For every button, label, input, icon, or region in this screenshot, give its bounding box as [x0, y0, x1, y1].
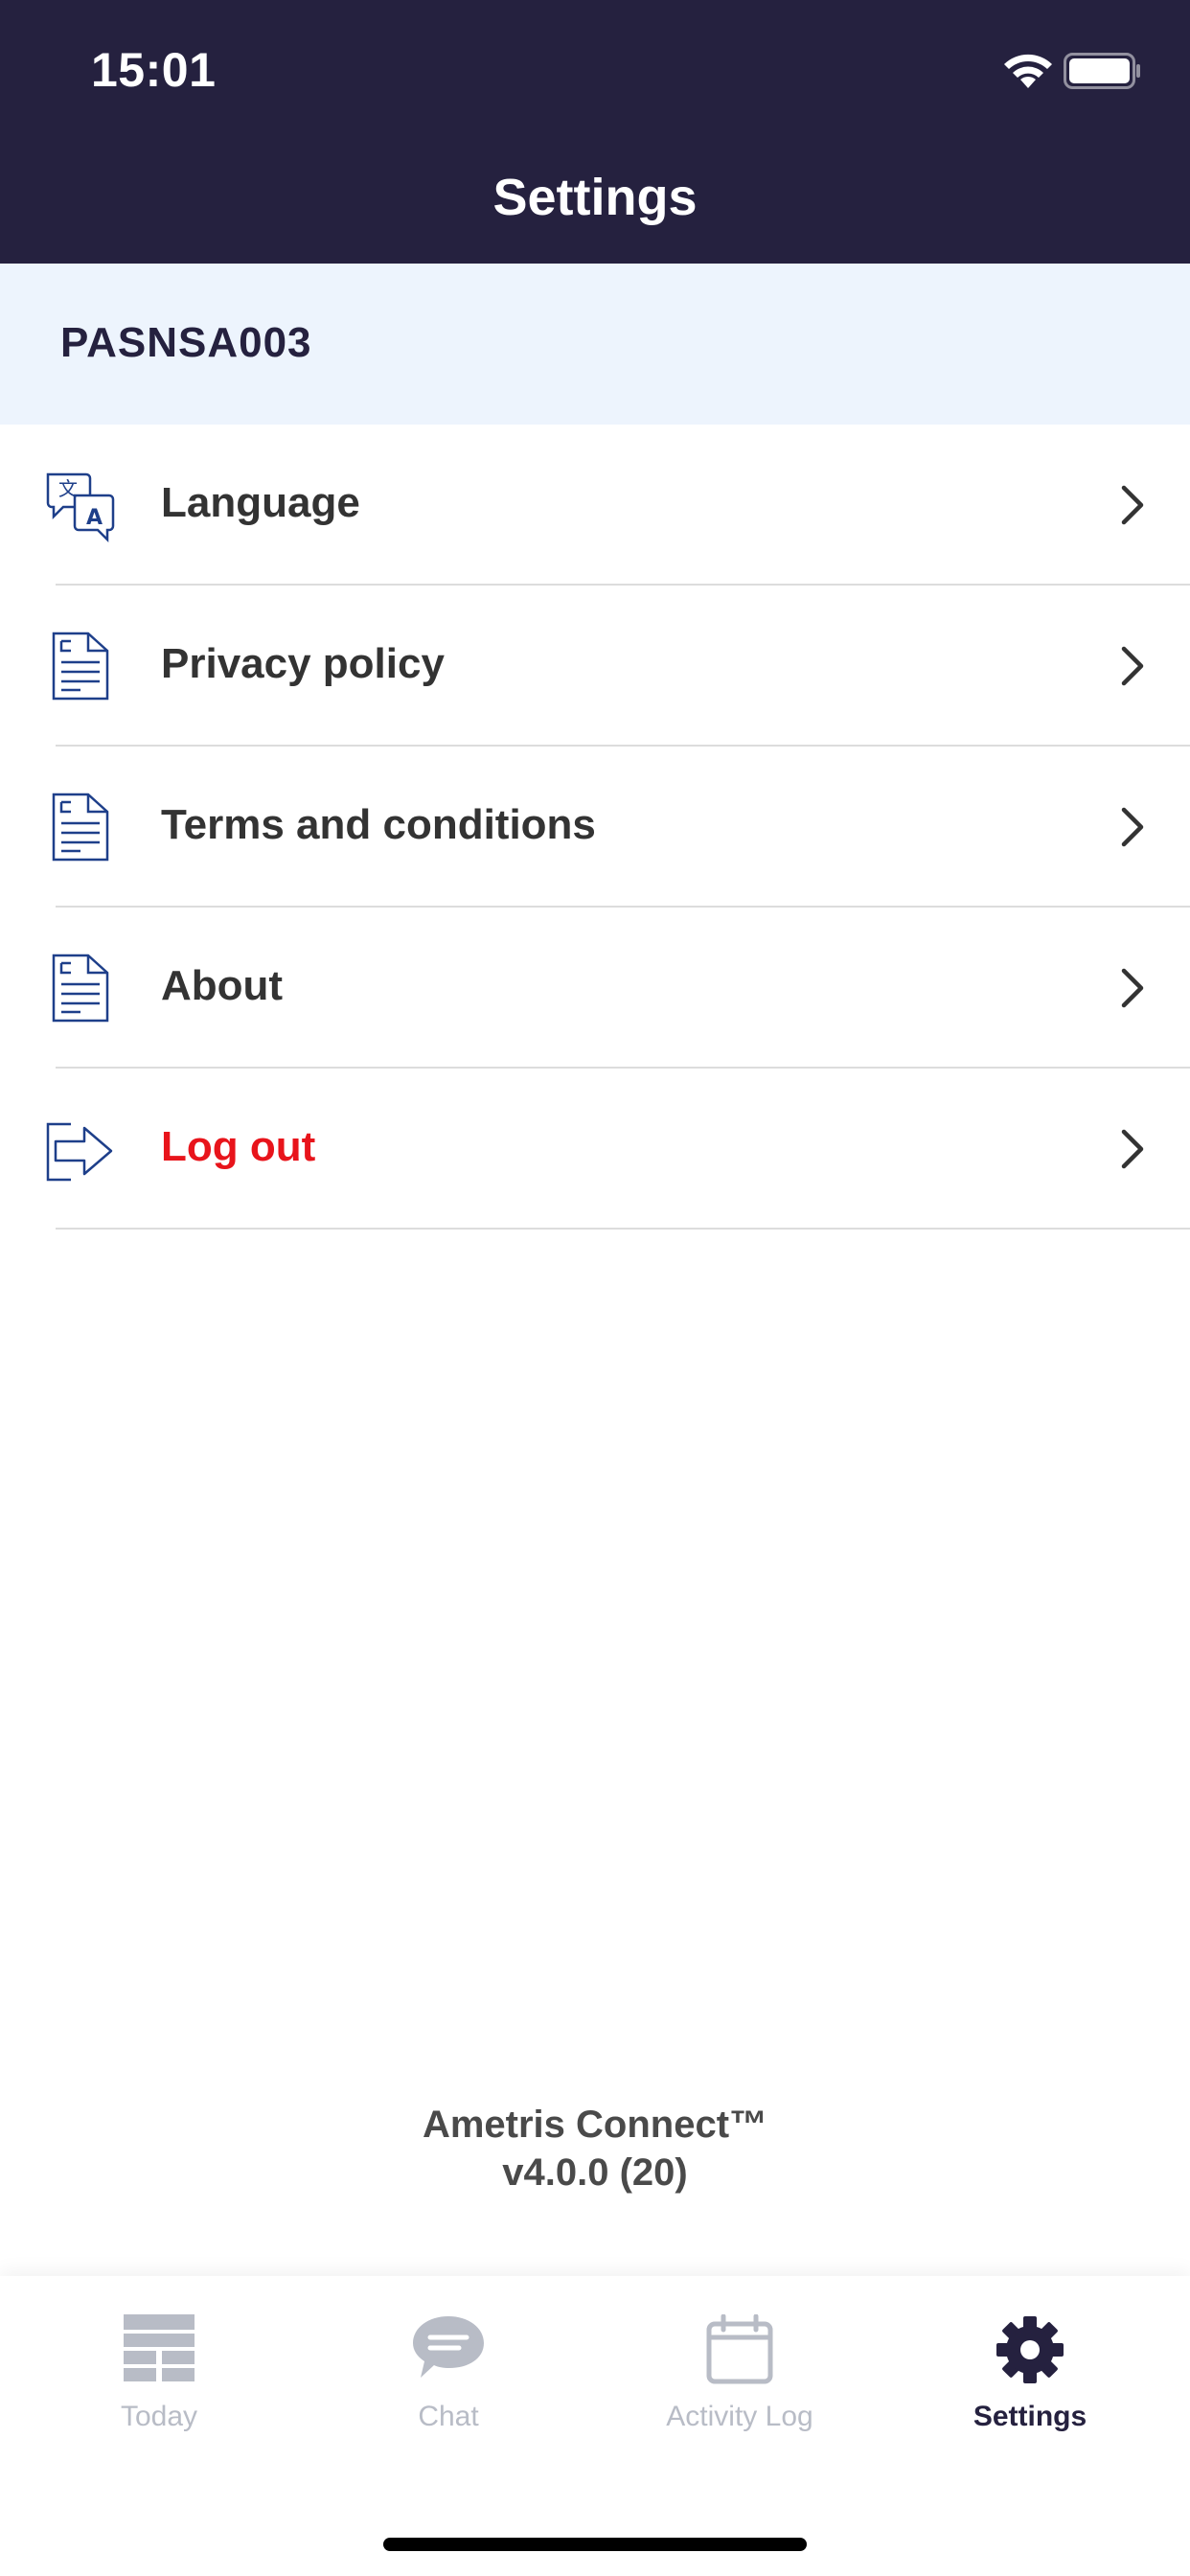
chevron-right-icon	[1121, 807, 1144, 847]
logout-icon	[46, 1122, 113, 1182]
status-time: 15:01	[91, 43, 217, 97]
tab-label: Chat	[418, 2401, 479, 2432]
battery-icon	[1064, 53, 1140, 89]
app-name: Ametris Connect™	[422, 2104, 768, 2146]
calendar-icon	[706, 2314, 773, 2384]
menu-item-label: About	[161, 962, 284, 1009]
gear-icon	[996, 2316, 1064, 2383]
settings-menu: 文 A Language Privacy policy Terms and co…	[0, 425, 1190, 1230]
menu-item-label: Terms and conditions	[161, 801, 596, 848]
tab-label: Today	[120, 2401, 198, 2432]
tab-activity-log[interactable]: Activity Log	[596, 2276, 883, 2468]
chat-icon	[413, 2316, 484, 2378]
page-title: Settings	[492, 169, 698, 226]
menu-item-label: Log out	[161, 1123, 316, 1170]
menu-item-about[interactable]: About	[0, 908, 1190, 1069]
menu-item-privacy-policy[interactable]: Privacy policy	[0, 586, 1190, 747]
menu-item-label: Privacy policy	[161, 640, 445, 687]
tab-label: Settings	[973, 2401, 1087, 2432]
chevron-right-icon	[1121, 1129, 1144, 1169]
svg-text:文: 文	[58, 477, 78, 500]
tab-bar: Today Chat Activity Log Settings	[0, 2276, 1190, 2576]
tab-label: Activity Log	[666, 2401, 813, 2432]
account-id: PASNSA003	[60, 319, 312, 366]
svg-text:A: A	[86, 506, 103, 530]
today-icon	[124, 2314, 195, 2381]
chevron-right-icon	[1121, 968, 1144, 1008]
home-indicator	[383, 2538, 807, 2551]
language-icon: 文 A	[46, 472, 115, 543]
document-icon	[52, 793, 109, 862]
document-icon	[52, 954, 109, 1023]
app-version: v4.0.0 (20)	[502, 2151, 688, 2194]
header-bar: 15:01 Settings	[0, 0, 1190, 264]
wifi-icon	[1004, 54, 1052, 88]
account-bar: PASNSA003	[0, 264, 1190, 425]
divider	[56, 1228, 1190, 1230]
tab-today[interactable]: Today	[15, 2276, 303, 2468]
menu-item-terms[interactable]: Terms and conditions	[0, 747, 1190, 908]
menu-item-logout[interactable]: Log out	[0, 1069, 1190, 1230]
chevron-right-icon	[1121, 485, 1144, 525]
tab-chat[interactable]: Chat	[305, 2276, 592, 2468]
tab-settings[interactable]: Settings	[886, 2276, 1174, 2468]
document-icon	[52, 632, 109, 701]
menu-item-label: Language	[161, 479, 360, 526]
menu-item-language[interactable]: 文 A Language	[0, 425, 1190, 586]
chevron-right-icon	[1121, 646, 1144, 686]
